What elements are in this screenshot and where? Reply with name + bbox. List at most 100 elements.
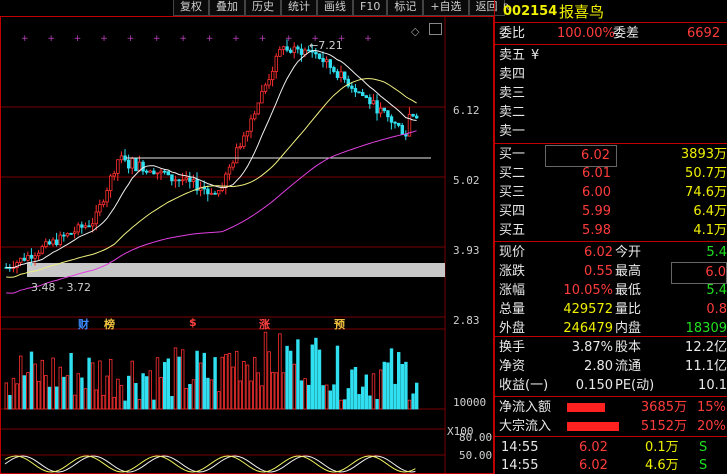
toolbar-button-2[interactable]: 历史: [245, 0, 281, 16]
stats-value-2: 11.1亿: [685, 359, 727, 374]
sell-level-3[interactable]: 卖三: [495, 84, 727, 104]
volume-bar: [256, 372, 260, 410]
event-tag-limit-up[interactable]: 涨: [259, 316, 270, 332]
buy-price: 5.98: [582, 223, 611, 238]
candle-body: [216, 190, 221, 195]
volume-bar: [393, 383, 397, 410]
price-label-4: 2.83: [453, 314, 480, 327]
volume-bar: [83, 388, 88, 410]
event-tag-forecast[interactable]: 预: [334, 316, 345, 332]
toolbar-button-0[interactable]: 复权: [173, 0, 209, 16]
volume-bar: [342, 399, 347, 410]
candle-body: [162, 170, 167, 173]
kline-chart-frame: 6.12 5.02 3.93 2.83 10000 X100 80.00 50.…: [0, 16, 494, 474]
candle-body: [37, 252, 41, 257]
stats-label-2: PE(动): [615, 378, 655, 393]
candle-body: [55, 239, 59, 246]
sell-label: 卖四: [499, 67, 526, 82]
candle-body: [209, 192, 214, 195]
volume-bar: [206, 377, 210, 410]
volume-bar: [69, 352, 73, 410]
window-toggle-icon[interactable]: [429, 23, 442, 35]
candle-body: [360, 92, 365, 97]
volume-bar: [245, 364, 250, 410]
sell-label: 卖三: [499, 86, 526, 101]
volume-bar: [18, 355, 23, 410]
buy-level-4[interactable]: 买四 5.99 6.4万: [495, 202, 727, 222]
candle-body: [371, 100, 376, 105]
volume-bar: [382, 361, 386, 410]
volume-bar: [364, 374, 368, 410]
volume-bar: [101, 394, 106, 410]
sell-label: 卖五: [499, 48, 526, 63]
volume-bar: [216, 391, 221, 410]
buy-level-1[interactable]: 买一 6.02 3893万: [495, 145, 727, 167]
candle-body: [18, 257, 23, 263]
sell-level-1[interactable]: 卖一: [495, 122, 727, 142]
toolbar-button-1[interactable]: 叠加: [209, 0, 245, 16]
volume-bar: [350, 369, 354, 410]
stats-value-2: 10.1: [698, 378, 727, 393]
volume-bar: [37, 380, 41, 410]
stats-row: 净资 2.80 流通 11.1亿: [495, 357, 727, 377]
event-tag-list[interactable]: 榜: [104, 316, 115, 332]
candle-body: [112, 173, 116, 177]
volume-bar: [33, 363, 37, 410]
candle-body: [62, 234, 66, 237]
volume-bar: [188, 384, 192, 410]
volume-bar: [231, 366, 235, 410]
volume-bar: [91, 362, 95, 410]
volume-bar: [281, 372, 286, 410]
volume-bar: [411, 393, 415, 410]
volume-bar: [159, 377, 163, 410]
candle-body: [44, 241, 48, 248]
quote-value-2: 0.8: [706, 302, 727, 317]
sell-label: 卖一: [499, 124, 526, 139]
candle-body: [166, 171, 170, 176]
volume-bar: [234, 350, 239, 410]
diamond-icon[interactable]: ◇: [411, 25, 419, 38]
price-band: [27, 263, 445, 277]
candle-body: [396, 122, 401, 126]
tick-price: 6.02: [579, 458, 608, 473]
toolbar-button-3[interactable]: 统计: [281, 0, 317, 16]
volume-bar: [335, 345, 340, 410]
volume-bar: [386, 362, 390, 410]
candle-body: [375, 100, 379, 114]
candle-body: [65, 233, 70, 237]
stats-label: 收益(一): [499, 378, 549, 393]
toolbar-button-6[interactable]: 标记: [387, 0, 424, 16]
sell-level-2[interactable]: 卖二: [495, 103, 727, 123]
event-tag-dollar[interactable]: $: [189, 316, 197, 329]
candle-body: [73, 231, 77, 234]
stats-value: 0.150: [575, 378, 613, 393]
event-tag-finance[interactable]: 财: [78, 316, 89, 332]
kdj-label-50: 50.00: [459, 449, 493, 462]
candle-body: [281, 46, 286, 50]
flow-label: 大宗流入: [499, 419, 552, 434]
volume-bar: [119, 384, 124, 410]
candle-body: [127, 159, 131, 169]
kline-chart[interactable]: [1, 17, 493, 473]
toolbar-button-4[interactable]: 画线: [317, 0, 353, 16]
sell-level-5[interactable]: 卖五 ¥: [495, 46, 727, 66]
volume-bar: [4, 382, 8, 410]
buy-level-5[interactable]: 买五 5.98 4.1万: [495, 221, 727, 241]
volume-bar: [44, 375, 48, 410]
candle-body: [256, 102, 260, 115]
volume-bar: [202, 352, 206, 410]
buy-volume: 50.7万: [685, 166, 727, 181]
buy-level-2[interactable]: 买二 6.01 50.7万: [495, 164, 727, 184]
buy-level-3[interactable]: 买三 6.00 74.6万: [495, 183, 727, 203]
sell-level-4[interactable]: 卖四: [495, 65, 727, 85]
volume-bar: [213, 357, 217, 410]
flow-bar: [567, 422, 619, 431]
weicha-value: 6692: [687, 26, 721, 41]
toolbar-button-7[interactable]: +自选: [423, 0, 469, 16]
toolbar-button-5[interactable]: F10: [353, 0, 388, 16]
volume-bar: [220, 356, 224, 410]
flow-pct: 20%: [697, 419, 726, 434]
candle-body: [357, 91, 361, 94]
volume-bar: [87, 357, 91, 410]
candle-body: [249, 118, 253, 132]
